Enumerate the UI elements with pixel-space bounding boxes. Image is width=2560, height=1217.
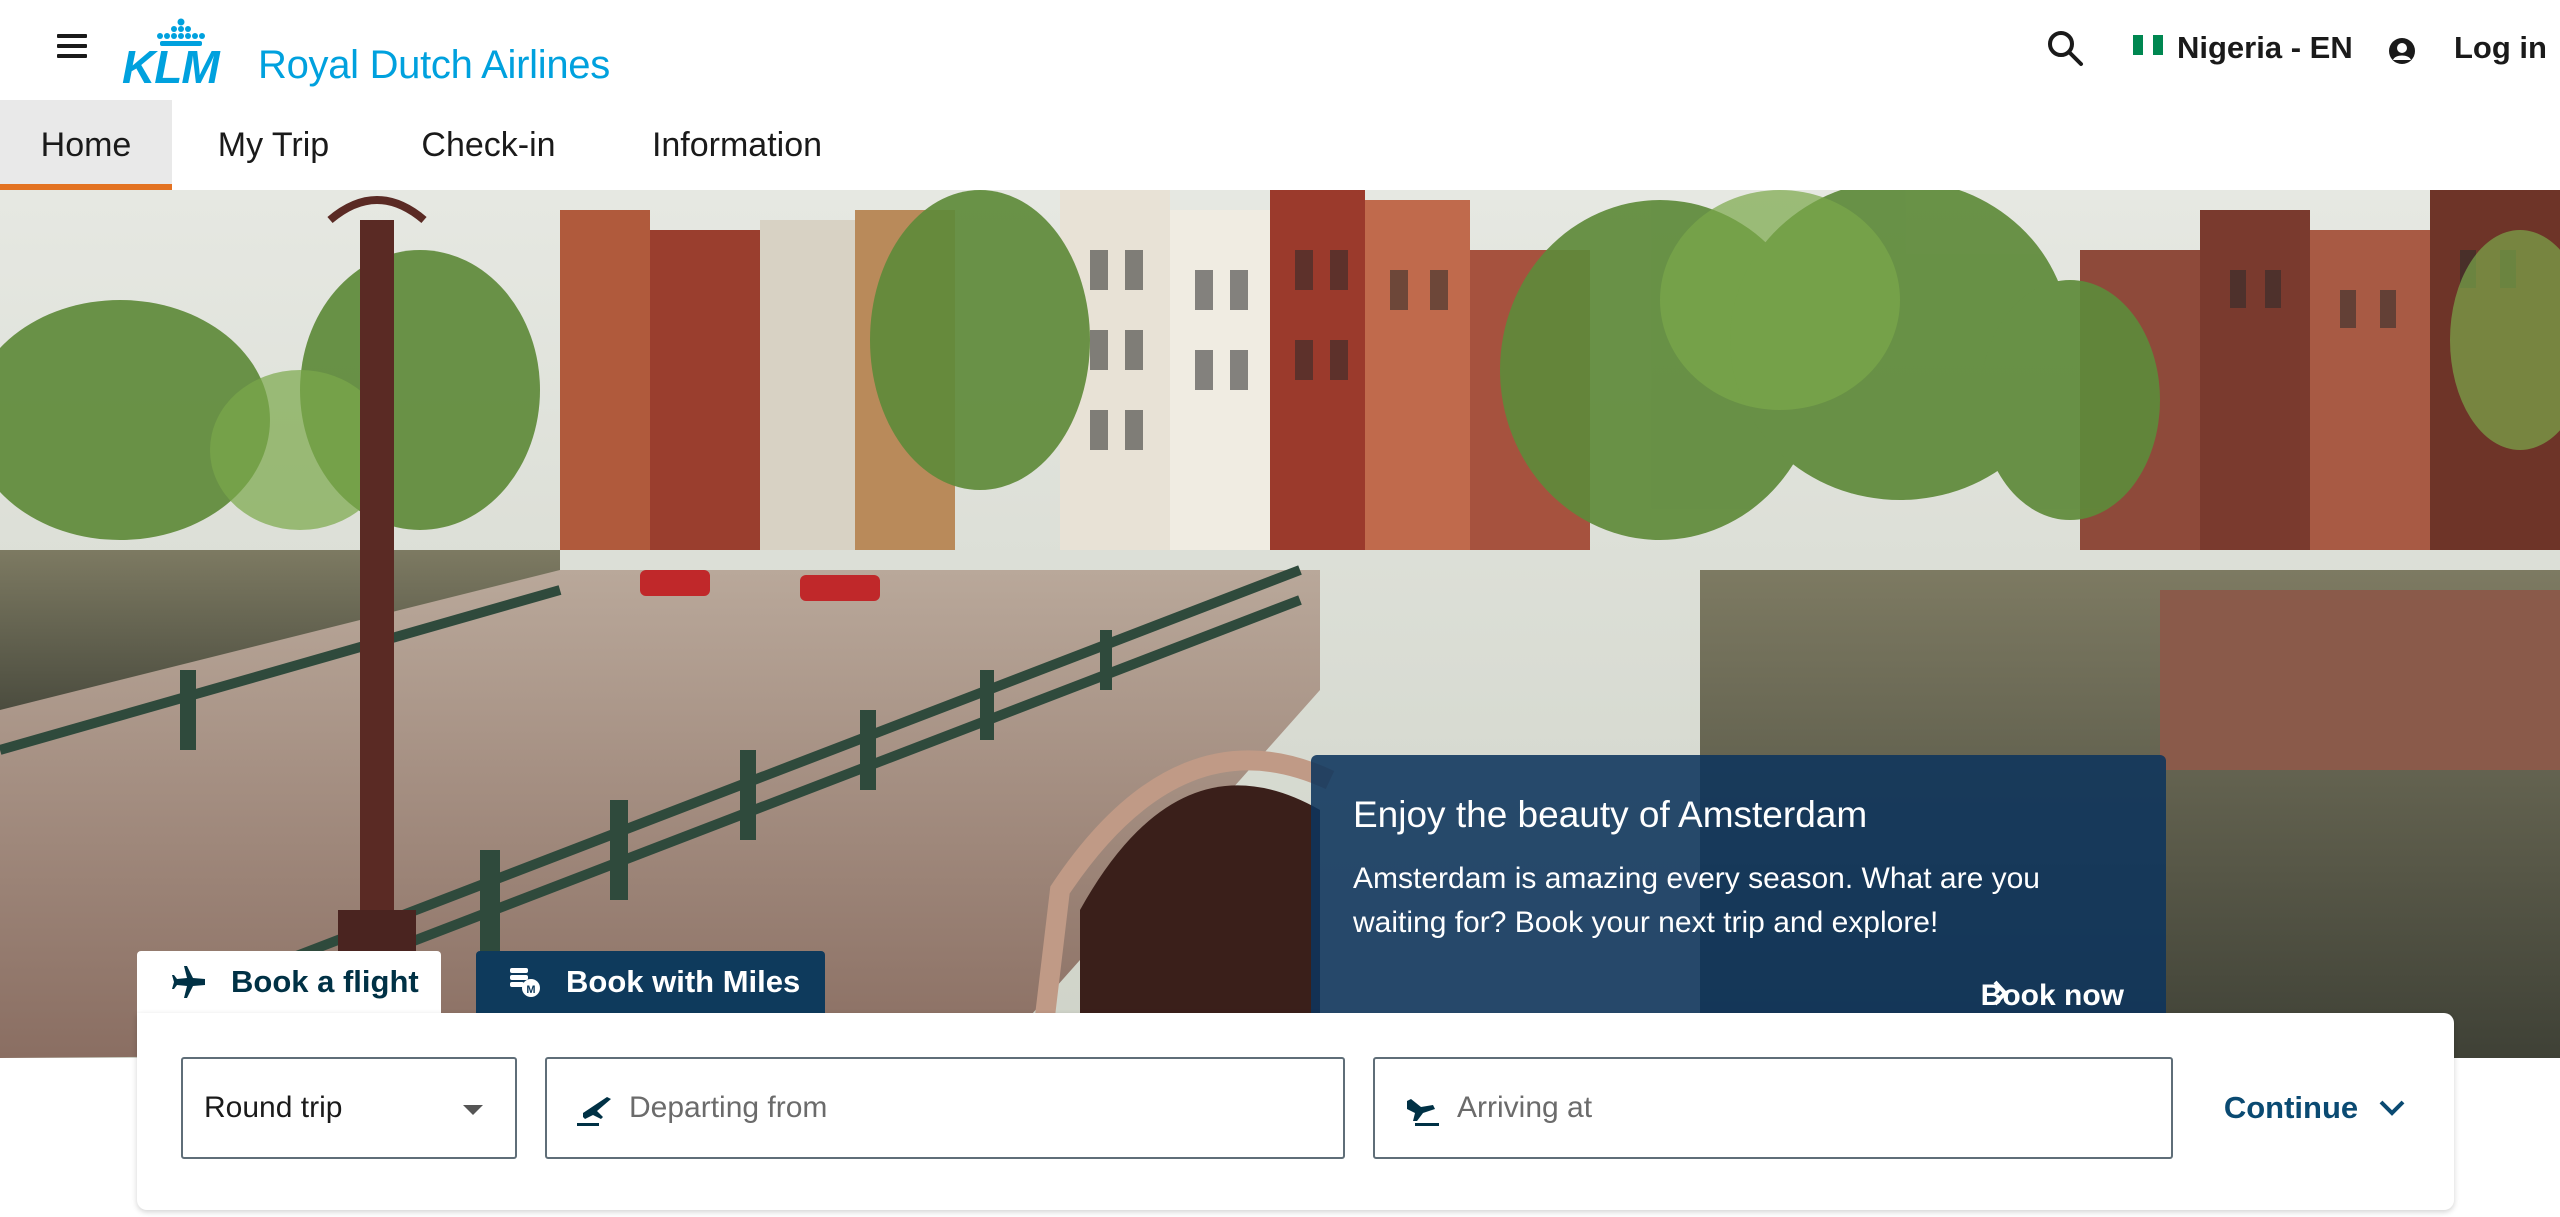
hero-banner: Enjoy the beauty of Amsterdam Amsterdam … [0,190,2560,1058]
promo-card: Enjoy the beauty of Amsterdam Amsterdam … [1311,755,2166,1053]
login-label: Log in [2454,30,2547,65]
continue-label: Continue [2223,1090,2359,1125]
arrival-plane-icon [1407,1099,1439,1126]
language-label: Nigeria - EN [2177,30,2353,65]
hamburger-icon-line [57,44,87,48]
tab-information[interactable]: Information [628,100,846,190]
user-icon [2389,38,2415,64]
arriving-at-input[interactable]: Arriving at [1373,1057,2173,1159]
dropdown-caret-icon [463,1105,483,1115]
departing-from-input[interactable]: Departing from [545,1057,1345,1159]
trip-type-value: Round trip [204,1091,343,1124]
tab-book-with-miles[interactable]: M Book with Miles [476,951,825,1013]
tab-book-a-flight[interactable]: Book a flight [137,951,441,1013]
menu-button[interactable] [54,32,90,62]
klm-logo[interactable]: KLM Royal Dutch Airlines [122,10,610,90]
main-navigation: Home My Trip Check-in Information [0,100,2560,190]
search-button[interactable] [2045,28,2085,68]
hamburger-icon-line [57,54,87,58]
logo-brand-name: Royal Dutch Airlines [258,43,610,87]
tab-home-label: Home [40,125,132,164]
continue-button[interactable]: Continue [2215,1057,2415,1159]
tab-home[interactable]: Home [0,100,172,190]
klm-logo-mark: KLM [122,18,236,90]
search-icon [2048,31,2083,66]
trip-type-select[interactable]: Round trip [181,1057,517,1159]
departure-plane-icon [577,1097,611,1126]
nigeria-flag-icon [2133,35,2163,55]
tab-book-with-miles-label: Book with Miles [566,964,801,999]
tab-information-label: Information [651,125,823,164]
promo-title: Enjoy the beauty of Amsterdam [1353,794,1868,835]
plane-icon [172,966,205,998]
departing-from-placeholder: Departing from [629,1091,828,1124]
language-selector[interactable]: Nigeria - EN [2133,28,2353,68]
logo-klm-text: KLM [122,41,220,93]
hamburger-icon [57,34,87,38]
booking-form: Round trip Departing from Arriving at Co… [137,1013,2454,1210]
chevron-down-icon [2379,1100,2405,1116]
login-button[interactable]: Log in [2388,28,2547,68]
tab-book-a-flight-label: Book a flight [231,964,419,999]
arriving-at-placeholder: Arriving at [1457,1091,1593,1124]
tab-my-trip[interactable]: My Trip [195,100,352,190]
book-now-link[interactable]: Book now [1981,979,2124,1013]
top-header: KLM Royal Dutch Airlines Nigeria - EN Lo… [0,0,2560,100]
svg-text:M: M [526,984,535,996]
amsterdam-canal-image [0,190,2560,1058]
tab-check-in[interactable]: Check-in [400,100,577,190]
tab-my-trip-label: My Trip [217,125,330,164]
tab-check-in-label: Check-in [421,125,556,164]
promo-text: Amsterdam is amazing every season. What … [1353,862,2040,939]
chevron-right-icon [1993,980,2008,1006]
miles-coin-icon: M [510,968,540,997]
